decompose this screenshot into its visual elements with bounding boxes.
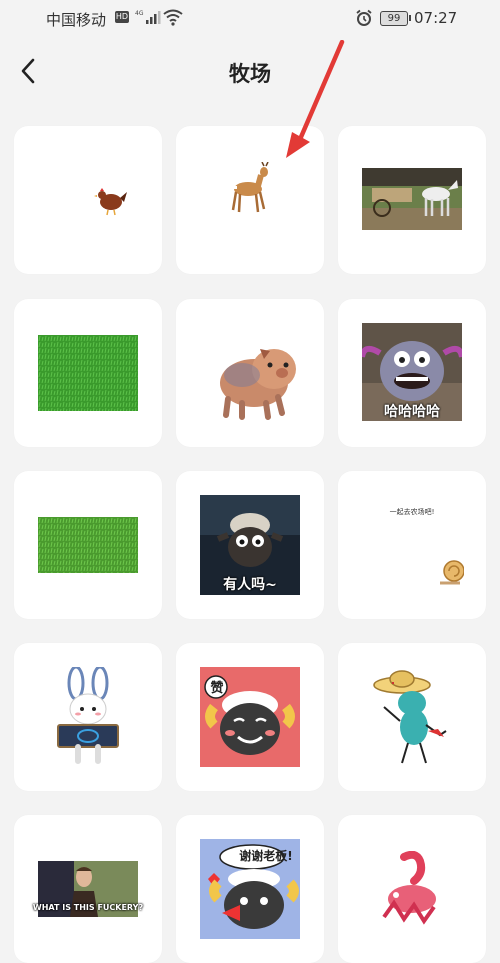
sticker-card-monster[interactable]: 哈哈哈哈 xyxy=(338,299,486,447)
sticker-card-sheep-cartoon-2[interactable]: 谢谢老板! xyxy=(176,815,324,963)
grass-image xyxy=(38,335,138,411)
dancing-dino-image xyxy=(373,670,447,764)
sticker-caption: 有人吗~ xyxy=(223,577,277,593)
sticker-card-grass[interactable] xyxy=(14,299,162,447)
deer-image xyxy=(231,162,269,213)
rabbit-image xyxy=(57,667,119,764)
sticker-grid: 哈哈哈哈 有人吗~ 一起去农场吧! 赞 WHAT IS THIS FUCKERY… xyxy=(0,0,500,963)
sticker-caption: 赞 xyxy=(210,681,224,696)
sticker-card-hen[interactable] xyxy=(14,126,162,274)
sticker-card-rabbit[interactable] xyxy=(14,643,162,791)
sticker-card-pig[interactable] xyxy=(176,299,324,447)
sticker-caption: 一起去农场吧! xyxy=(389,508,435,516)
grass-image xyxy=(38,517,138,573)
sticker-card-deer[interactable] xyxy=(176,126,324,274)
sticker-card-sheep[interactable]: 有人吗~ xyxy=(176,471,324,619)
sticker-caption: 谢谢老板! xyxy=(239,849,293,863)
sticker-card-grass-2[interactable] xyxy=(14,471,162,619)
sticker-card-snail[interactable]: 一起去农场吧! xyxy=(338,471,486,619)
hen-image xyxy=(94,188,127,216)
horse-cart-photo xyxy=(362,168,462,230)
sticker-card-horse-cart[interactable] xyxy=(338,126,486,274)
sticker-card-pink-creature[interactable] xyxy=(338,815,486,963)
pig-image xyxy=(220,349,296,420)
sticker-card-dancing-dino[interactable] xyxy=(338,643,486,791)
sticker-caption: 哈哈哈哈 xyxy=(384,404,440,420)
sticker-card-man-photo[interactable]: WHAT IS THIS FUCKERY? xyxy=(14,815,162,963)
sticker-card-sheep-cartoon[interactable]: 赞 xyxy=(176,643,324,791)
snail-image xyxy=(440,560,464,585)
pink-creature-image xyxy=(382,851,436,925)
sticker-caption: WHAT IS THIS FUCKERY? xyxy=(32,903,144,912)
